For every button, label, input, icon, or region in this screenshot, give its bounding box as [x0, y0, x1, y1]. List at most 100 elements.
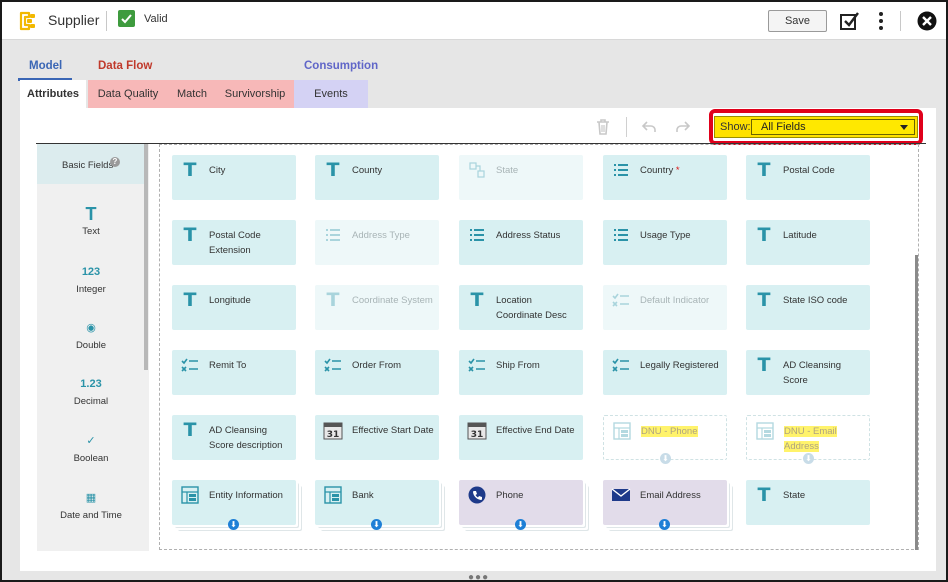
palette-item-decimal[interactable]: 1.23 Decimal [37, 374, 145, 407]
palette-item-label: Boolean [73, 453, 109, 464]
boolean-icon [323, 355, 343, 375]
field-card-ad-cleansing-score[interactable]: T AD Cleansing Score [746, 350, 870, 395]
text-icon: T [183, 419, 197, 441]
text-icon: T [183, 224, 197, 246]
field-label: AD Cleansing Score description [209, 425, 283, 451]
palette-item-date-and-time[interactable]: ▦ Date and Time [37, 488, 145, 521]
header-divider [106, 11, 107, 31]
field-label: Longitude [209, 295, 251, 306]
field-card-dnu-email-address[interactable]: DNU - Email Address ⬇ [746, 415, 870, 464]
field-card-location-coordinate-desc[interactable]: T Location Coordinate Desc [459, 285, 583, 330]
tab-data-quality[interactable]: Data Quality [88, 80, 168, 108]
highlighted-label: DNU - Email Address [784, 426, 837, 452]
field-label: DNU - Email Address [784, 424, 869, 454]
palette-item-integer[interactable]: 123 Integer [37, 262, 145, 295]
field-card-state[interactable]: T State [746, 480, 870, 525]
expand-down-icon[interactable]: ⬇ [803, 453, 814, 464]
phone-icon [467, 485, 487, 505]
field-card-latitude[interactable]: T Latitude [746, 220, 870, 265]
text-icon: T [183, 289, 197, 311]
text-icon: T [470, 289, 484, 311]
required-marker: * [675, 165, 680, 176]
field-card-usage-type[interactable]: Usage Type [603, 220, 727, 265]
annotation-highlight [709, 109, 923, 145]
field-palette: Basic Fields ? T Text 123 Integer ◉ Doub… [37, 144, 149, 551]
field-card-effective-start-date[interactable]: 31 Effective Start Date [315, 415, 439, 460]
field-label-text: Country [640, 165, 674, 176]
field-card-longitude[interactable]: T Longitude [172, 285, 296, 330]
palette-header: Basic Fields ? [37, 144, 145, 184]
boolean-icon [611, 355, 631, 375]
delete-icon[interactable] [594, 118, 612, 136]
more-options-icon[interactable] [870, 10, 892, 32]
tab-events[interactable]: Events [294, 80, 368, 108]
field-label: Coordinate System [352, 295, 433, 306]
field-card-effective-end-date[interactable]: 31 Effective End Date [459, 415, 583, 460]
field-label: County [352, 165, 383, 176]
field-card-address-status[interactable]: Address Status [459, 220, 583, 265]
boolean-icon [180, 355, 200, 375]
app-window: Supplier Valid Save Model Data Flow Cons… [0, 0, 948, 582]
field-card-county[interactable]: T County [315, 155, 439, 200]
tab-match[interactable]: Match [168, 80, 216, 108]
field-card-ad-cleansing-score-description[interactable]: T AD Cleansing Score description [172, 415, 296, 460]
page-title: Supplier [48, 12, 100, 28]
field-label: State ISO code [783, 295, 848, 306]
tab-group-model: Model [29, 60, 63, 72]
field-card-postal-code[interactable]: T Postal Code [746, 155, 870, 200]
boolean-icon [611, 290, 631, 310]
tab-survivorship[interactable]: Survivorship [216, 80, 294, 108]
tab-group-consumption: Consumption [304, 60, 379, 72]
field-card-state-iso-code[interactable]: T State ISO code [746, 285, 870, 330]
field-card-address-type[interactable]: Address Type [315, 220, 439, 265]
calendar-icon: 31 [467, 420, 487, 440]
palette-item-boolean[interactable]: ✓ Boolean [37, 431, 145, 464]
validation-status: Valid [144, 13, 168, 25]
field-card-entity-information[interactable]: Entity Information ⬇ [172, 480, 296, 530]
undo-icon[interactable] [640, 118, 658, 136]
list-icon [611, 160, 631, 180]
field-label: Bank [352, 490, 374, 501]
field-card-dnu-phone[interactable]: DNU - Phone ⬇ [603, 415, 727, 464]
redo-icon[interactable] [674, 118, 692, 136]
expand-down-icon[interactable]: ⬇ [228, 519, 239, 530]
field-card-default-indicator[interactable]: Default Indicator [603, 285, 727, 330]
info-icon[interactable]: ? [110, 157, 120, 167]
expand-down-icon[interactable]: ⬇ [515, 519, 526, 530]
canvas-scrollbar[interactable] [915, 255, 918, 550]
calendar-day: 31 [471, 430, 484, 440]
field-card-bank[interactable]: Bank ⬇ [315, 480, 439, 530]
validate-icon[interactable] [838, 10, 860, 32]
text-icon: T [326, 159, 340, 181]
expand-down-icon[interactable]: ⬇ [371, 519, 382, 530]
palette-item-label: Decimal [73, 396, 109, 407]
field-card-ship-from[interactable]: Ship From [459, 350, 583, 395]
date-time-field-icon: ▦ [85, 492, 97, 504]
field-card-state-lookup[interactable]: State [459, 155, 583, 200]
expand-down-icon[interactable]: ⬇ [660, 453, 671, 464]
field-card-email-address[interactable]: Email Address ⬇ [603, 480, 727, 530]
field-card-legally-registered[interactable]: Legally Registered [603, 350, 727, 395]
text-icon: T [326, 289, 340, 311]
tab-attributes[interactable]: Attributes [20, 80, 86, 108]
text-field-icon: T [85, 204, 97, 224]
decimal-field-icon: 1.23 [80, 378, 102, 390]
field-card-phone[interactable]: Phone ⬇ [459, 480, 583, 530]
field-card-postal-code-extension[interactable]: T Postal Code Extension [172, 220, 296, 265]
expand-down-icon[interactable]: ⬇ [659, 519, 670, 530]
group-icon [323, 485, 343, 505]
field-card-city[interactable]: T City [172, 155, 296, 200]
close-icon[interactable] [916, 10, 938, 32]
field-card-coordinate-system[interactable]: T Coordinate System [315, 285, 439, 330]
field-card-country[interactable]: Country * [603, 155, 727, 200]
save-button[interactable]: Save [768, 10, 827, 32]
palette-item-double[interactable]: ◉ Double [37, 318, 145, 351]
boolean-field-icon: ✓ [86, 435, 96, 447]
valid-check-icon [118, 10, 135, 27]
field-card-order-from[interactable]: Order From [315, 350, 439, 395]
field-card-remit-to[interactable]: Remit To [172, 350, 296, 395]
resize-grip-icon[interactable]: ●●● [468, 572, 489, 580]
header-bar: Supplier Valid Save [2, 2, 946, 40]
field-label: Default Indicator [640, 295, 710, 306]
palette-item-text[interactable]: T Text [37, 204, 145, 237]
